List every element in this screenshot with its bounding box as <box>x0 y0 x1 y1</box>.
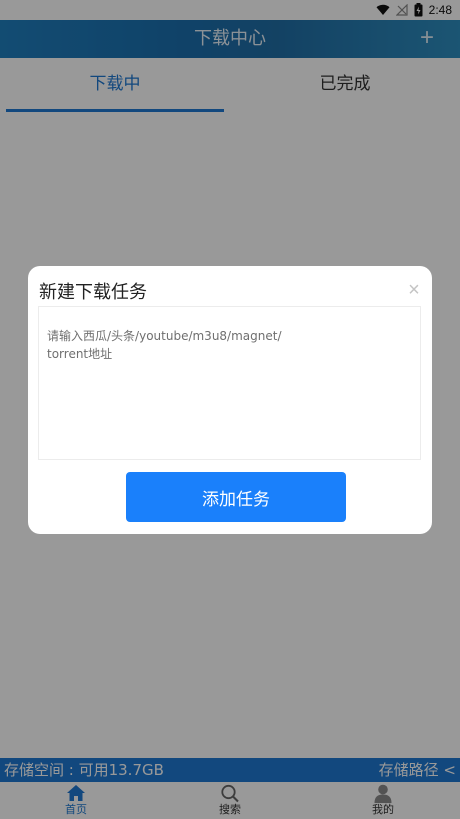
dialog-title: 新建下载任务 <box>39 282 147 303</box>
url-input[interactable] <box>38 306 421 460</box>
close-icon[interactable]: × <box>404 280 424 300</box>
new-task-dialog: 新建下载任务 × 添加任务 <box>28 266 432 534</box>
add-task-submit-button[interactable]: 添加任务 <box>126 472 346 522</box>
